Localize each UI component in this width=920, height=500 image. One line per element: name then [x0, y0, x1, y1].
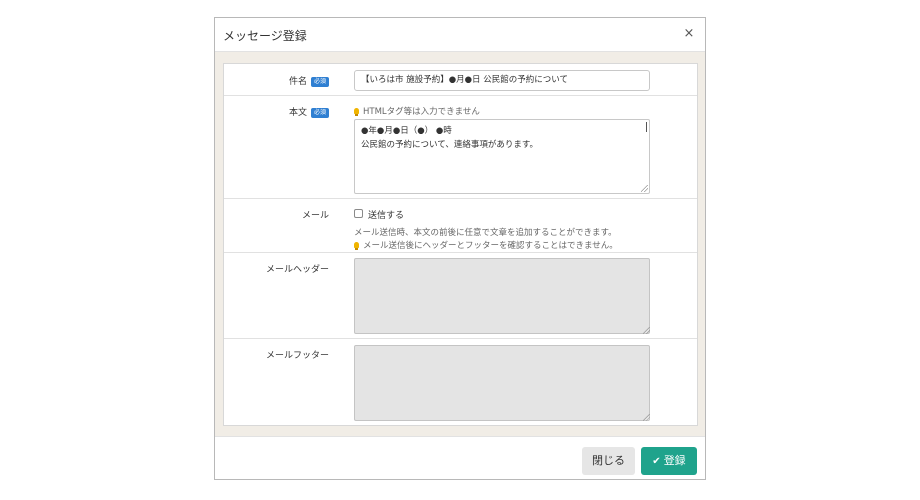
mail-header-row: メールヘッダー [224, 253, 697, 339]
body-row: 本文 必須 HTMLタグ等は入力できません ●年●月●日（●） ●時 公民館の予約… [224, 96, 697, 199]
mail-footer-label: メールフッター [265, 351, 329, 361]
dialog-header: メッセージ登録 × [215, 18, 705, 52]
required-badge: 必須 [310, 77, 329, 87]
close-icon[interactable]: × [681, 25, 697, 43]
mail-header-label: メールヘッダー [265, 265, 329, 275]
resize-grip-icon[interactable] [641, 185, 648, 192]
scroll-caret [646, 122, 647, 132]
mail-warning-text: メール送信後にヘッダーとフッターを確認することはできません。 [363, 241, 618, 251]
resize-grip-icon[interactable] [643, 327, 650, 334]
lightbulb-icon [354, 108, 359, 116]
subject-input[interactable]: 【いろは市 施設予約】●月●日 公民館の予約について [354, 70, 650, 91]
close-button[interactable]: 閉じる [582, 447, 635, 475]
dialog-title: メッセージ登録 [223, 29, 307, 43]
body-label-text: 本文 [288, 108, 307, 118]
send-mail-checkbox-label[interactable]: 送信する [368, 208, 404, 221]
subject-label: 件名 必須 [289, 74, 329, 87]
resize-grip-icon[interactable] [643, 414, 650, 421]
mail-warning: メール送信後にヘッダーとフッターを確認することはできません。 [354, 239, 618, 251]
register-button[interactable]: ✔ 登録 [641, 447, 697, 475]
check-icon: ✔ [652, 456, 661, 467]
dialog-footer: 閉じる ✔ 登録 [215, 436, 705, 479]
mail-footer-row: メールフッター [224, 339, 697, 425]
body-hint-text: HTMLタグ等は入力できません [363, 107, 480, 117]
subject-row: 件名 必須 【いろは市 施設予約】●月●日 公民館の予約について [224, 64, 697, 96]
message-register-dialog: メッセージ登録 × 件名 必須 【いろは市 施設予約】●月●日 公民館の予約につい… [214, 17, 706, 480]
subject-label-text: 件名 [288, 77, 307, 87]
form-panel: 件名 必須 【いろは市 施設予約】●月●日 公民館の予約について 本文 必須 HTM… [223, 63, 698, 426]
required-badge: 必須 [310, 108, 329, 118]
lightbulb-icon [354, 242, 359, 250]
body-textarea[interactable]: ●年●月●日（●） ●時 公民館の予約について、連絡事項があります。 [354, 119, 650, 194]
body-label: 本文 必須 [289, 105, 329, 118]
mail-footer-textarea[interactable] [354, 345, 650, 421]
body-hint: HTMLタグ等は入力できません [354, 105, 480, 117]
mail-header-textarea[interactable] [354, 258, 650, 334]
mail-label: メール [301, 211, 329, 221]
mail-row: メール 送信する メール送信時、本文の前後に任意で文章を追加することができます。… [224, 199, 697, 253]
send-mail-checkbox[interactable] [354, 209, 363, 218]
body-textarea-text: ●年●月●日（●） ●時 公民館の予約について、連絡事項があります。 [361, 126, 538, 150]
register-button-label: 登録 [663, 454, 686, 467]
mail-note: メール送信時、本文の前後に任意で文章を追加することができます。 [354, 228, 617, 238]
